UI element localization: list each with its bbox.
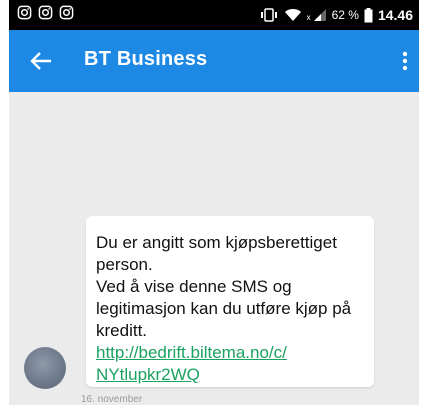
message-line: Du er angitt som kjøpsberettiget person. xyxy=(96,233,337,274)
notification-icons xyxy=(17,5,74,20)
system-indicators: x 62 % 14.46 xyxy=(259,4,413,26)
message-line: Ved å vise denne SMS og legitimasjon kan… xyxy=(96,277,352,340)
status-bar: x 62 % 14.46 xyxy=(9,0,419,30)
sender-avatar[interactable] xyxy=(24,347,66,389)
clock: 14.46 xyxy=(377,7,413,23)
vibrate-icon xyxy=(260,8,277,22)
wifi-icon xyxy=(284,9,301,21)
more-options-icon[interactable] xyxy=(399,49,411,73)
message-link[interactable]: http://bedrift.biltema.no/c/NYtlupkr2WQ xyxy=(96,342,296,386)
phone-screen: x 62 % 14.46 BT Business Du er angitt so… xyxy=(9,0,419,405)
conversation-title: BT Business xyxy=(84,48,208,70)
message-bubble[interactable]: Du er angitt som kjøpsberettiget person.… xyxy=(86,216,374,387)
message-text: Du er angitt som kjøpsberettiget person.… xyxy=(96,232,366,386)
signal-icon xyxy=(313,9,326,21)
battery-icon xyxy=(364,7,373,22)
instagram-icon xyxy=(38,5,53,20)
instagram-icon xyxy=(59,5,74,20)
battery-percentage: 62 % xyxy=(331,8,359,22)
signal-label: x xyxy=(306,13,311,22)
instagram-icon xyxy=(17,5,32,20)
back-arrow-icon[interactable] xyxy=(29,50,53,72)
message-date: 16. november xyxy=(81,394,143,405)
app-bar: BT Business xyxy=(9,30,419,92)
